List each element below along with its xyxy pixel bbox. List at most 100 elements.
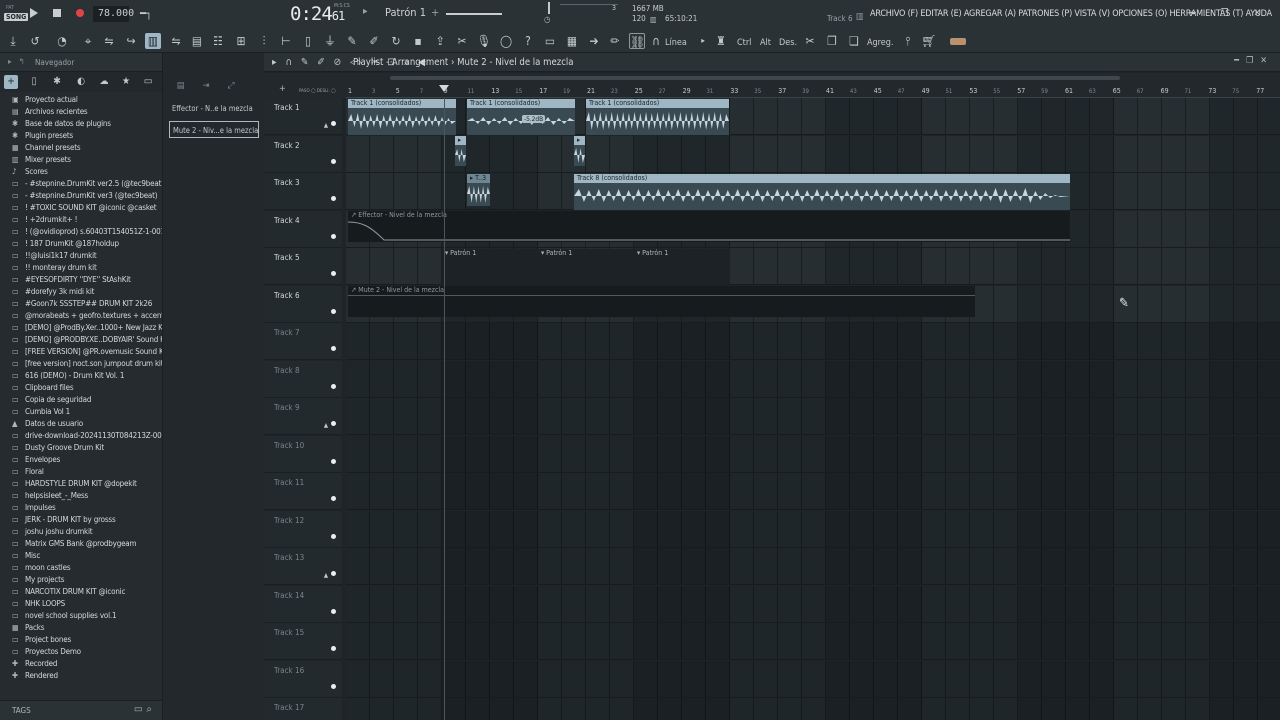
browser-item[interactable]: ▭ 616 (DEMO) - Drum Kit Vol. 1 <box>0 370 162 382</box>
browser-item[interactable]: ▭ My projects <box>0 574 162 586</box>
files-tab-icon[interactable]: ▯ <box>27 75 41 89</box>
plug-icon[interactable]: ⏚ <box>322 33 338 49</box>
playlist-window-controls[interactable]: ━❐✕ <box>1234 56 1274 66</box>
tuning-fork-icon[interactable]: ⫯ <box>900 33 916 49</box>
pattern-clip[interactable]: ▾ Patrón 1 <box>538 249 634 286</box>
browser-item[interactable]: ✚ Rendered <box>0 670 162 682</box>
pattern-selector[interactable]: Patrón 1 <box>363 6 426 19</box>
browser-item[interactable]: ✱ Base de datos de plugins <box>0 118 162 130</box>
plugins-tab-icon[interactable]: ✱ <box>50 75 64 89</box>
window-icon[interactable]: ▭ <box>542 33 558 49</box>
paint-icon[interactable]: ✐ <box>366 33 382 49</box>
add-pattern-button[interactable]: + <box>431 6 439 19</box>
undo-icon[interactable]: ↺ <box>27 33 43 49</box>
pat-mode-label[interactable]: PAT <box>6 5 14 11</box>
browser-item[interactable]: ✚ Recorded <box>0 658 162 670</box>
download-icon[interactable]: ⤓ <box>5 33 21 49</box>
chat-icon[interactable]: ◯ <box>498 33 514 49</box>
browser-item[interactable]: ▭ !!@luisi1k17 drumkit <box>0 250 162 262</box>
save-icon[interactable]: ▪ <box>410 33 426 49</box>
browser-item[interactable]: ▤ Archivos recientes <box>0 106 162 118</box>
audio-clip[interactable]: Track 8 (consolidados) <box>574 174 1070 210</box>
browser-item[interactable]: ▭ ! #TOXIC SOUND KIT @iconic @casket <box>0 202 162 214</box>
refresh-icon[interactable]: ↻ <box>388 33 404 49</box>
export-icon[interactable]: ⇪ <box>432 33 448 49</box>
browser-item[interactable]: ▲ Datos de usuario <box>0 418 162 430</box>
window-controls[interactable]: ━ ❐ ✕ <box>1190 8 1272 19</box>
picker-tools-icon[interactable]: ▤⇥⤢ <box>177 81 253 91</box>
timeline-ruler[interactable]: 1 3 5 7 9 11 13 15 17 19 21 23 25 27 29 31 33 35 37 39 41 43 4… <box>346 85 1280 98</box>
breadcrumb-current[interactable]: Mute 2 - Nivel de la mezcla <box>457 57 573 68</box>
snap-dropdown-icon[interactable]: ▸ <box>695 33 711 49</box>
browser-item[interactable]: ▭ Impulses <box>0 502 162 514</box>
browser-item[interactable]: ▭ novel school supplies vol.1 <box>0 610 162 622</box>
piano-roll-icon[interactable]: ▤ <box>189 33 205 49</box>
add-track-icon[interactable]: + <box>279 84 286 94</box>
cut-icon[interactable]: ✂ <box>454 33 470 49</box>
favorites-tab-icon[interactable]: ★ <box>119 75 133 89</box>
browser-item[interactable]: ▭ Misc <box>0 550 162 562</box>
browser-item[interactable]: ▭ HARDSTYLE DRUM KIT @dopekit <box>0 478 162 490</box>
browser-item[interactable]: ▭ Proyectos Demo <box>0 646 162 658</box>
piano-keys-icon[interactable] <box>948 33 968 49</box>
browser-item[interactable]: ▭ Envelopes <box>0 454 162 466</box>
browser-item[interactable]: ▭ @morabeats + geofro.textures + accents) <box>0 310 162 322</box>
play-icon[interactable] <box>30 8 38 18</box>
ctrl-label[interactable]: Ctrl <box>737 35 751 51</box>
draw-icon[interactable]: ✎ <box>344 33 360 49</box>
automation-clip[interactable]: ↗ Effector - Nivel de la mezcla <box>348 211 1070 242</box>
arrow-right-icon[interactable]: ➔ <box>586 33 602 49</box>
help-icon[interactable]: ? <box>520 33 536 49</box>
keyboard-icon[interactable]: ▦ <box>564 33 580 49</box>
browser-item[interactable]: ▭ Project bones <box>0 634 162 646</box>
folder-tab-icon[interactable]: ▭ <box>141 75 155 89</box>
copy-icon[interactable]: ❐ <box>824 33 840 49</box>
browser-item[interactable]: ▭ [free version] noct.son jumpout drum ki… <box>0 358 162 370</box>
browser-item[interactable]: ▭ Dusty Groove Drum Kit <box>0 442 162 454</box>
playlist-view-icon[interactable]: ▥ <box>145 33 161 49</box>
browser-item[interactable]: ▭ Floral <box>0 466 162 478</box>
alt-label[interactable]: Alt <box>760 35 771 51</box>
master-volume-slider[interactable] <box>446 13 502 15</box>
mixer-icon[interactable]: ☷ <box>210 33 226 49</box>
scissors-icon[interactable]: ✂ <box>802 33 818 49</box>
projects-tab-icon[interactable]: ◐ <box>74 75 88 89</box>
audio-clip[interactable]: Track 1 (consolidados) <box>348 99 456 135</box>
browser-item[interactable]: ▭ [DEMO] @PRODBY.XE..DOBYAIR' Sound Kit <box>0 334 162 346</box>
nudge-icon[interactable]: ↪ <box>123 33 139 49</box>
picker-clip-mute[interactable]: Mute 2 - Niv...e la mezcla <box>169 121 259 138</box>
playhead-marker[interactable] <box>439 85 449 92</box>
chain-link-icon[interactable]: ⛓ <box>629 33 645 49</box>
horizontal-scrollbar[interactable] <box>390 76 1120 80</box>
browser-item[interactable]: ▭ [DEMO] @ProdBy.Xer..1000+ New Jazz Kit <box>0 322 162 334</box>
audio-clip[interactable]: Track 1 (consolidados) -5.2dB <box>467 99 575 135</box>
grid-icon[interactable]: ⊞ <box>233 33 249 49</box>
browser-item[interactable]: ▭ moon castles <box>0 562 162 574</box>
magnet-icon[interactable]: ∩ <box>648 33 664 49</box>
link-icon[interactable]: ⇋ <box>101 33 117 49</box>
browser-item[interactable]: ▭ [FREE VERSION] @PR.ovemusic Sound Kit <box>0 346 162 358</box>
browser-item[interactable]: ▭ ! 187 DrumKit @187holdup <box>0 238 162 250</box>
master-pitch-knob[interactable] <box>548 2 550 14</box>
browser-item[interactable]: ▭ Cumbia Vol 1 <box>0 406 162 418</box>
tree-icon[interactable]: ⊢ <box>278 33 294 49</box>
snap-icon[interactable]: ⌖ <box>80 33 96 49</box>
tags-label[interactable]: TAGS <box>12 706 31 715</box>
browser-item[interactable]: ▭ #dorefyy 3k midi kit <box>0 286 162 298</box>
all-tab-icon[interactable]: + <box>4 75 18 89</box>
time-unit-label[interactable]: M:S:CS <box>334 3 350 9</box>
browser-item[interactable]: ▭ NHK LOOPS <box>0 598 162 610</box>
browser-item[interactable]: ▭ ! (@ovidioprod) s.60403T154051Z-1-001 <box>0 226 162 238</box>
add-label[interactable]: Agreg. <box>867 35 894 51</box>
song-mode-button[interactable]: SONG <box>4 13 29 21</box>
browser-item[interactable]: ▭ #Goon7k SSSTEP## DRUM KIT 2k26 <box>0 298 162 310</box>
file-icon[interactable]: ▯ <box>300 33 316 49</box>
browser-item[interactable]: ▥ Mixer presets <box>0 154 162 166</box>
audio-clip[interactable]: Track 1 (consolidados) <box>586 99 729 135</box>
cart-icon[interactable]: 🛒︎ <box>921 33 937 49</box>
browser-item[interactable]: ▭ ! +2drumkit+ ! <box>0 214 162 226</box>
browser-item[interactable]: ▭ joshu joshu drumkit <box>0 526 162 538</box>
record-icon[interactable] <box>76 9 84 17</box>
audio-clip[interactable]: ▸ T..3 <box>467 174 490 206</box>
browser-item[interactable]: ▭ JERK - DRUM KIT by grosss <box>0 514 162 526</box>
